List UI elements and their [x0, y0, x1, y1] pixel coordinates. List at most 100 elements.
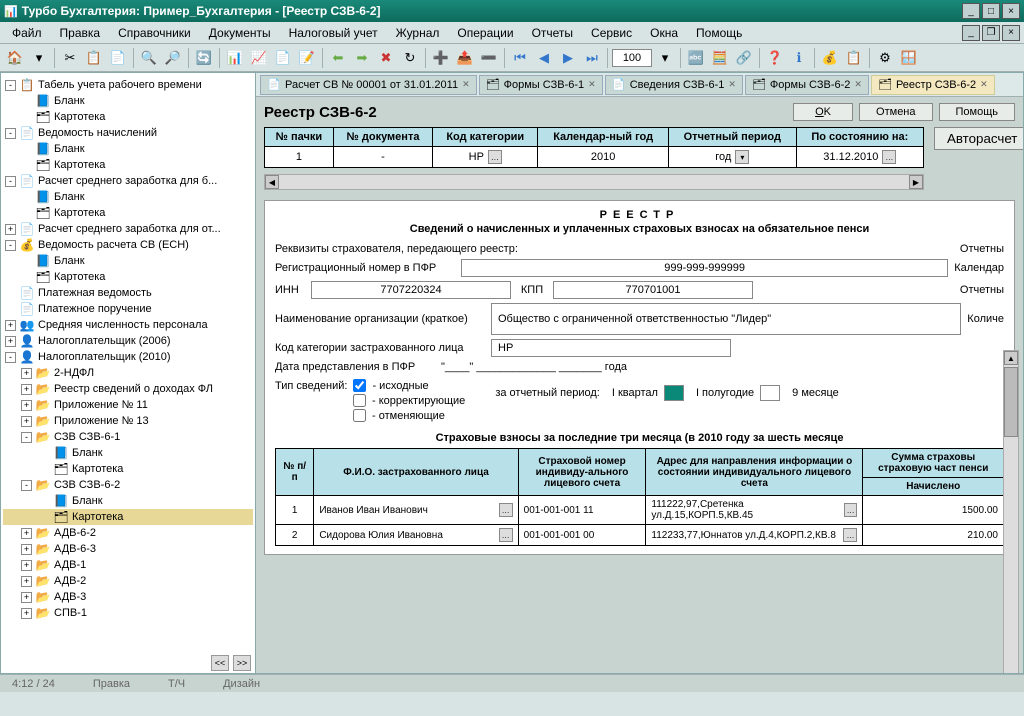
tree-item[interactable]: -💰Ведомость расчета СВ (ЕСН) [3, 237, 253, 253]
tree-toggle-icon[interactable]: + [21, 528, 32, 539]
tree-item[interactable]: 📘Бланк [3, 93, 253, 109]
lookup-icon[interactable]: … [843, 528, 857, 542]
tax-icon[interactable]: 📋 [843, 47, 865, 69]
tree-toggle-icon[interactable]: + [21, 544, 32, 555]
tree-toggle-icon[interactable]: - [5, 128, 16, 139]
tab-2[interactable]: 📄Сведения СЗВ-6-1✕ [605, 75, 743, 95]
minimize-button[interactable]: _ [962, 3, 980, 19]
copy-icon[interactable]: 📋 [83, 47, 105, 69]
tree-toggle-icon[interactable]: + [21, 384, 32, 395]
window-icon[interactable]: 🪟 [898, 47, 920, 69]
content-vscroll[interactable]: ▲ [1003, 350, 1019, 674]
tree-item[interactable]: -📂СЗВ СЗВ-6-2 [3, 477, 253, 493]
tree-item[interactable]: 📘Бланк [3, 445, 253, 461]
table-row[interactable]: 2Сидорова Юлия Ивановна…001-001-001 0011… [276, 525, 1004, 546]
tree-item[interactable]: 📄Платежная ведомость [3, 285, 253, 301]
org-field[interactable]: Общество с ограниченной ответственностью… [491, 303, 961, 335]
reg-field[interactable]: 999-999-999999 [461, 259, 948, 277]
pack-no-cell[interactable]: 1 [265, 147, 334, 168]
table-row[interactable]: 1Иванов Иван Иванович…001-001-001 111112… [276, 496, 1004, 525]
tab-3[interactable]: 🗂Формы СЗВ-6-2✕ [745, 75, 869, 95]
tree-toggle-icon[interactable]: + [21, 400, 32, 411]
search-icon[interactable]: 🔍 [138, 47, 160, 69]
close-icon[interactable]: ✕ [462, 79, 470, 90]
add-icon[interactable]: ➕ [430, 47, 452, 69]
zoom-input[interactable] [612, 49, 652, 67]
status-item[interactable]: Правка [89, 678, 134, 690]
reload-icon[interactable]: ↻ [399, 47, 421, 69]
export-icon[interactable]: 📤 [454, 47, 476, 69]
replace-icon[interactable]: 🔎 [162, 47, 184, 69]
dropdown-icon[interactable]: ▾ [28, 47, 50, 69]
lookup-icon[interactable]: … [499, 503, 513, 517]
tree-item[interactable]: -📄Расчет среднего заработка для б... [3, 173, 253, 189]
menu-документы[interactable]: Документы [201, 24, 279, 42]
tree-expand-button[interactable]: >> [233, 655, 251, 671]
tree-item[interactable]: +📂2-НДФЛ [3, 365, 253, 381]
row-sum[interactable]: 210.00 [863, 525, 1004, 546]
menu-окна[interactable]: Окна [642, 24, 686, 42]
tree-toggle-icon[interactable]: - [5, 352, 16, 363]
type-cancel-checkbox[interactable] [353, 409, 366, 422]
dropdown-icon[interactable]: … [488, 150, 502, 164]
asof-cell[interactable]: 31.12.2010… [796, 147, 923, 168]
tree-item[interactable]: +📂Реестр сведений о доходах ФЛ [3, 381, 253, 397]
tree-item[interactable]: +📂АДВ-2 [3, 573, 253, 589]
scroll-thumb[interactable] [1004, 367, 1018, 437]
doc-icon[interactable]: 📄 [272, 47, 294, 69]
menu-налоговый учет[interactable]: Налоговый учет [281, 24, 386, 42]
tree-item[interactable]: 🗂Картотека [3, 509, 253, 525]
back-icon[interactable]: ⬅ [327, 47, 349, 69]
close-icon[interactable]: ✕ [854, 79, 862, 90]
tree-item[interactable]: 🗂Картотека [3, 205, 253, 221]
menu-файл[interactable]: Файл [4, 24, 50, 42]
prev-icon[interactable]: ◀ [533, 47, 555, 69]
scroll-left-icon[interactable]: ◀ [265, 175, 279, 189]
settings-icon[interactable]: ⚙ [874, 47, 896, 69]
tree-toggle-icon[interactable]: + [5, 320, 16, 331]
tree-item[interactable]: +📂АДВ-6-3 [3, 541, 253, 557]
tree-toggle-icon[interactable]: - [5, 80, 16, 91]
tree-toggle-icon[interactable]: - [5, 176, 16, 187]
cancel-button[interactable]: Отмена [859, 103, 932, 121]
tree-item[interactable]: -📋Табель учета рабочего времени [3, 77, 253, 93]
new-icon[interactable]: 📝 [296, 47, 318, 69]
tree-item[interactable]: -📂СЗВ СЗВ-6-1 [3, 429, 253, 445]
catcode-field[interactable]: НР [491, 339, 731, 357]
type-corr-checkbox[interactable] [353, 394, 366, 407]
year-cell[interactable]: 2010 [538, 147, 669, 168]
help-icon[interactable]: ❓ [764, 47, 786, 69]
close-icon[interactable]: ✕ [588, 79, 596, 90]
tree-toggle-icon[interactable]: - [21, 432, 32, 443]
zoom-dropdown-icon[interactable]: ▾ [654, 47, 676, 69]
tab-4[interactable]: 🗂Реестр СЗВ-6-2✕ [871, 75, 995, 95]
delete-icon[interactable]: ➖ [478, 47, 500, 69]
tree-toggle-icon[interactable]: + [21, 608, 32, 619]
lookup-icon[interactable]: … [499, 528, 513, 542]
tree-item[interactable]: 📘Бланк [3, 189, 253, 205]
doc-no-cell[interactable]: - [333, 147, 432, 168]
field-icon[interactable]: 🔤 [685, 47, 707, 69]
tree-item[interactable]: +📂Приложение № 13 [3, 413, 253, 429]
tree-item[interactable]: +👥Средняя численность персонала [3, 317, 253, 333]
next-icon[interactable]: ▶ [557, 47, 579, 69]
link-icon[interactable]: 🔗 [733, 47, 755, 69]
tree-item[interactable]: 🗂Картотека [3, 461, 253, 477]
menu-правка[interactable]: Правка [52, 24, 109, 42]
tree-item[interactable]: +📄Расчет среднего заработка для от... [3, 221, 253, 237]
menu-справочники[interactable]: Справочники [110, 24, 199, 42]
cat-code-cell[interactable]: НР… [433, 147, 538, 168]
menu-помощь[interactable]: Помощь [688, 24, 750, 42]
tree-item[interactable]: -📄Ведомость начислений [3, 125, 253, 141]
tab-0[interactable]: 📄Расчет СВ № 00001 от 31.01.2011✕ [260, 75, 477, 95]
row-addr[interactable]: 112233,77,Юннатов ул.Д.4,КОРП.2,КВ.8… [646, 525, 863, 546]
forward-icon[interactable]: ➡ [351, 47, 373, 69]
money-icon[interactable]: 💰 [819, 47, 841, 69]
row-sum[interactable]: 1500.00 [863, 496, 1004, 525]
tree-item[interactable]: 📘Бланк [3, 493, 253, 509]
scroll-up-icon[interactable]: ▲ [1004, 351, 1018, 365]
help-button[interactable]: Помощь [939, 103, 1016, 121]
type-initial-checkbox[interactable] [353, 379, 366, 392]
mdi-close-button[interactable]: × [1002, 25, 1020, 41]
scroll-right-icon[interactable]: ▶ [909, 175, 923, 189]
